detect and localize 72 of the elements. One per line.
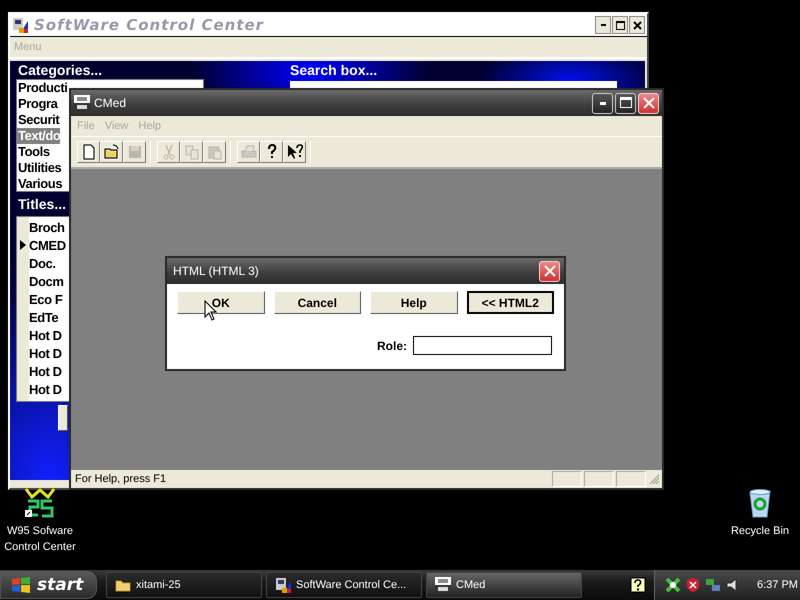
list-item[interactable]: Doc. bbox=[29, 256, 56, 270]
field-label: Role: bbox=[377, 338, 407, 352]
toolbar-button[interactable] bbox=[100, 141, 123, 163]
floppy-icon bbox=[126, 144, 142, 160]
list-item[interactable]: Hot D bbox=[29, 346, 62, 360]
list-item[interactable]: Hot D bbox=[29, 364, 62, 378]
status-text: For Help, press F1 bbox=[75, 473, 168, 485]
dialog-button[interactable]: Cancel bbox=[274, 291, 361, 314]
icon-label[interactable]: W95 Sofware Control Center bbox=[0, 523, 80, 555]
document-icon bbox=[80, 144, 96, 160]
help-icon[interactable] bbox=[630, 577, 646, 593]
list-item[interactable]: Broch bbox=[29, 220, 65, 234]
resize-grip-icon bbox=[648, 473, 660, 485]
app-icon bbox=[74, 95, 90, 111]
maximize-button[interactable] bbox=[615, 92, 636, 114]
shield-icon[interactable] bbox=[685, 577, 701, 593]
dialog-button[interactable]: OK bbox=[177, 291, 264, 314]
push-button[interactable] bbox=[58, 405, 68, 431]
list-item[interactable]: CMED bbox=[29, 238, 66, 252]
scissors-icon bbox=[160, 144, 176, 160]
list-item[interactable]: Text/do bbox=[17, 128, 60, 144]
pointer-question-icon bbox=[286, 144, 302, 160]
dialog-title: HTML (HTML 3) bbox=[173, 264, 259, 278]
minimize-icon bbox=[600, 102, 606, 104]
list-item[interactable]: Progra bbox=[17, 96, 58, 112]
section-label: Categories... bbox=[17, 61, 104, 79]
toolbar-button[interactable] bbox=[260, 141, 283, 163]
start-button[interactable]: start bbox=[0, 571, 97, 599]
close-icon bbox=[632, 20, 642, 30]
paste-icon bbox=[206, 144, 222, 160]
maximize-icon bbox=[616, 20, 624, 30]
status-pane bbox=[616, 471, 646, 487]
list-item[interactable]: Securit bbox=[17, 112, 60, 128]
taskbar-button[interactable]: SoftWare Control Ce... bbox=[266, 572, 422, 598]
list-item[interactable]: EdTe bbox=[29, 310, 58, 324]
taskbar-button[interactable]: xitami-25 bbox=[106, 572, 262, 598]
dialog-button[interactable]: Help bbox=[370, 291, 458, 314]
app-icon bbox=[275, 577, 291, 593]
list-item[interactable]: Utilities bbox=[17, 160, 62, 176]
toolbar-button[interactable] bbox=[77, 141, 100, 163]
role-field[interactable] bbox=[413, 336, 552, 355]
x-logo-icon[interactable] bbox=[665, 577, 681, 593]
copy-icon bbox=[184, 144, 200, 160]
section-label: Titles... bbox=[17, 195, 67, 213]
printer-icon bbox=[240, 144, 256, 160]
close-button[interactable] bbox=[629, 16, 645, 34]
window-title: SoftWare Control Center bbox=[34, 16, 264, 34]
network-icon[interactable] bbox=[705, 577, 721, 593]
section-label: Search box... bbox=[289, 61, 378, 79]
status-pane bbox=[552, 471, 582, 487]
minimize-button[interactable] bbox=[595, 16, 611, 34]
list-item[interactable]: Producti bbox=[17, 80, 68, 96]
taskbar-button[interactable]: CMed bbox=[426, 572, 582, 598]
windows-logo-icon bbox=[11, 576, 31, 594]
app-icon bbox=[12, 17, 28, 33]
list-item[interactable]: Eco F bbox=[29, 292, 62, 306]
dialog-button[interactable]: << HTML2 bbox=[466, 291, 554, 314]
folder-icon bbox=[104, 144, 120, 160]
list-item[interactable]: Hot D bbox=[29, 328, 62, 342]
maximize-button[interactable] bbox=[612, 16, 628, 34]
clock[interactable]: 6:37 PM bbox=[757, 579, 798, 591]
list-item[interactable]: Tools bbox=[17, 144, 50, 160]
app-icon bbox=[435, 577, 451, 593]
list-item[interactable]: Hot D bbox=[29, 382, 62, 396]
window-title: CMed bbox=[94, 96, 126, 110]
status-pane bbox=[584, 471, 614, 487]
minimize-icon bbox=[600, 24, 606, 26]
list-item[interactable]: Docm bbox=[29, 274, 64, 288]
list-item[interactable]: Various bbox=[17, 176, 62, 192]
toolbar-button[interactable] bbox=[283, 141, 306, 163]
icon-label[interactable]: Recycle Bin bbox=[730, 523, 790, 539]
minimize-button[interactable] bbox=[592, 92, 613, 114]
